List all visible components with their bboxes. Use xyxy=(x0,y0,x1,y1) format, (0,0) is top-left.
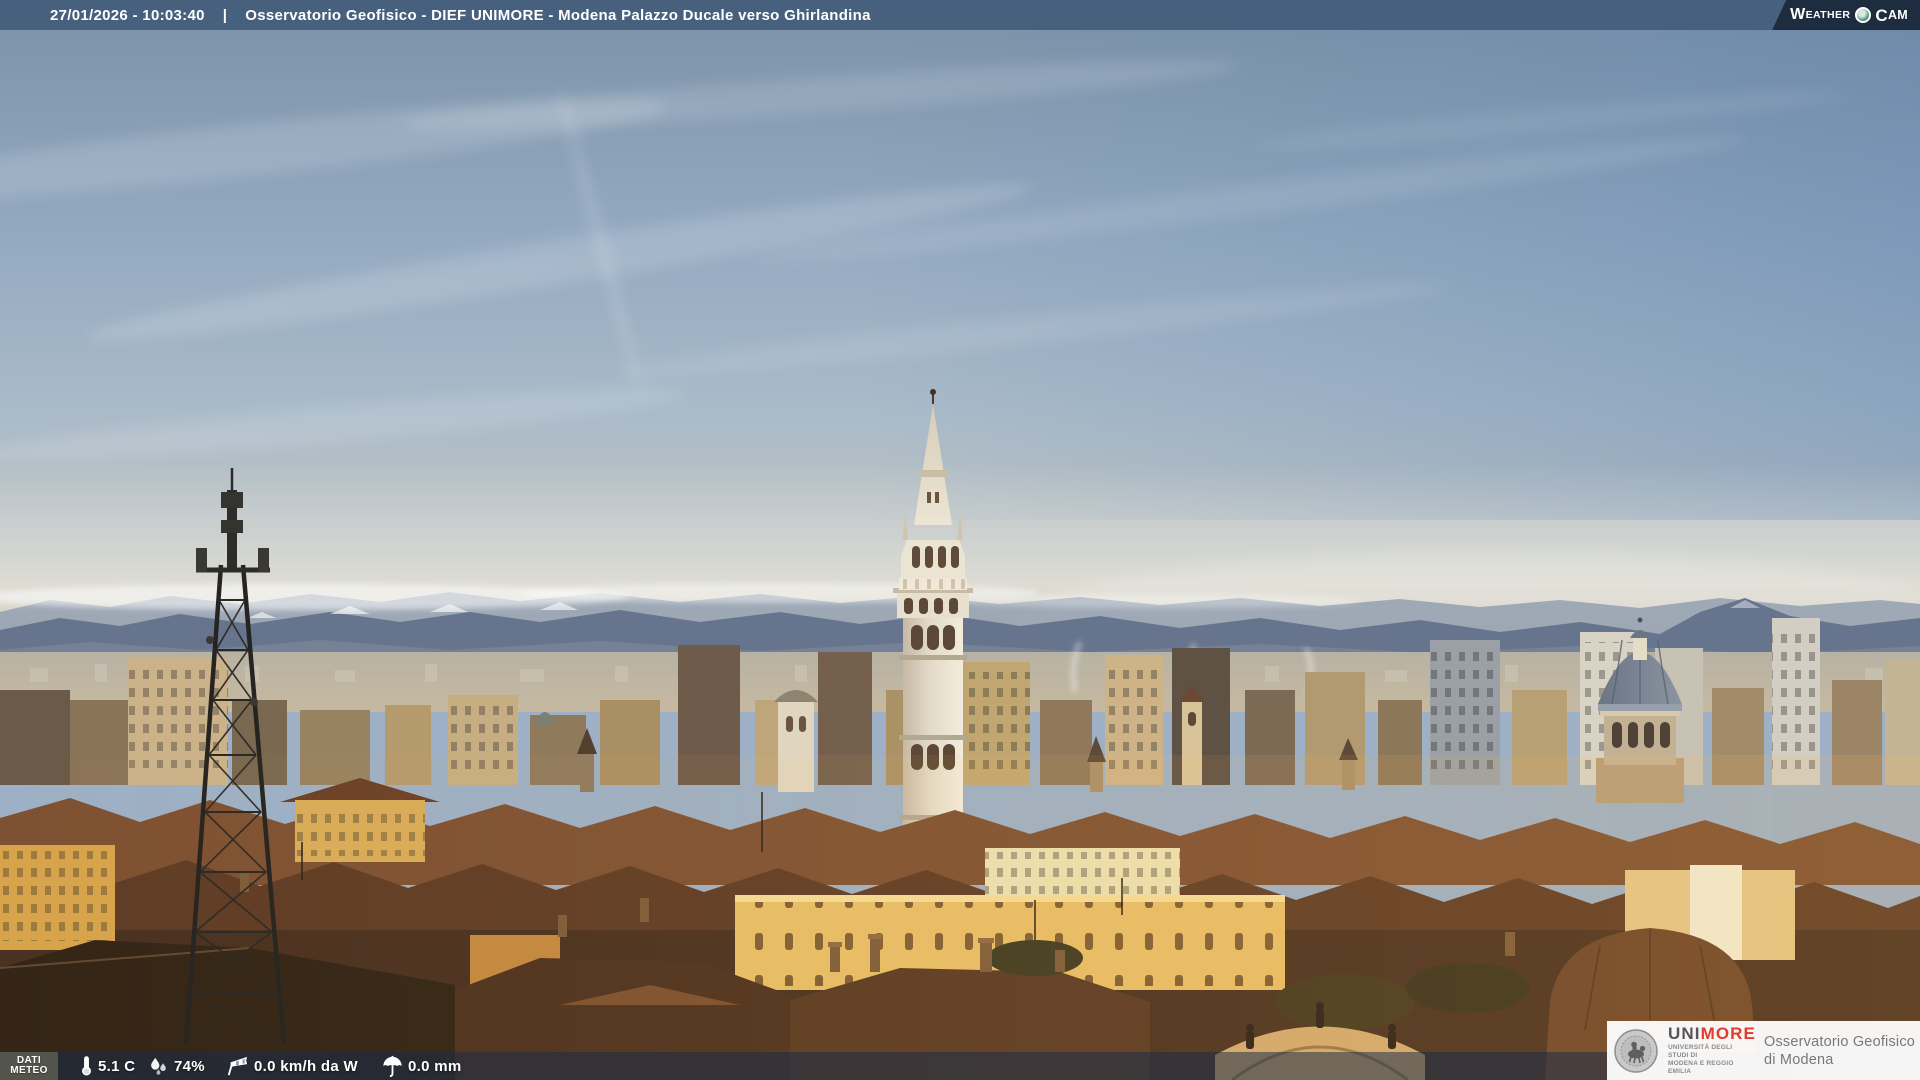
unimore-more: MORE xyxy=(1700,1024,1756,1043)
thermometer-icon xyxy=(82,1056,91,1076)
unimore-subtitle-line2: MODENA E REGGIO EMILIA xyxy=(1668,1060,1734,1075)
humidity-reading: 74% xyxy=(147,1052,205,1080)
weathercam-logo: W EATHER C AM xyxy=(1772,0,1920,30)
weathercam-logo-text: AM xyxy=(1887,7,1908,22)
observatory-name-line2: di Modena xyxy=(1764,1051,1834,1068)
weathercam-logo-text: EATHER xyxy=(1805,8,1851,21)
timestamp: 27/01/2026 - 10:03:40 xyxy=(50,6,205,24)
separator: | xyxy=(222,6,228,24)
weathercam-logo-text: C xyxy=(1875,5,1888,25)
top-bar: 27/01/2026 - 10:03:40 | Osservatorio Geo… xyxy=(0,0,1920,30)
unimore-uni: UNI xyxy=(1668,1024,1701,1043)
camera-title: Osservatorio Geofisico - DIEF UNIMORE - … xyxy=(245,6,871,24)
rain-value: 0.0 mm xyxy=(408,1057,462,1075)
observatory-name-line1: Osservatorio Geofisico xyxy=(1764,1033,1916,1050)
temperature-value: 5.1 C xyxy=(98,1057,136,1075)
umbrella-icon xyxy=(383,1055,402,1077)
weathercam-dot-icon xyxy=(1855,7,1872,23)
dati-meteo-label: DATI METEO xyxy=(0,1052,58,1080)
unimore-brand-box: UNIMORE UNIVERSITÀ DEGLI STUDI DI MODENA… xyxy=(1607,1021,1920,1080)
dati-meteo-line2: METEO xyxy=(10,1065,48,1076)
rain-reading: 0.0 mm xyxy=(382,1052,462,1080)
humidity-value: 74% xyxy=(174,1057,205,1075)
windsock-icon xyxy=(227,1056,248,1076)
droplets-icon xyxy=(151,1057,166,1075)
unimore-wordmark: UNIMORE UNIVERSITÀ DEGLI STUDI DI MODENA… xyxy=(1668,1024,1756,1076)
weathercam-logo-text: W xyxy=(1790,6,1806,23)
temperature-reading: 5.1 C xyxy=(80,1052,135,1080)
wind-reading: 0.0 km/h da W xyxy=(225,1052,358,1080)
webcam-photo xyxy=(0,0,1920,1080)
observatory-name: Osservatorio Geofisico di Modena xyxy=(1764,1033,1915,1069)
webcam-view: 27/01/2026 - 10:03:40 | Osservatorio Geo… xyxy=(0,0,1920,1080)
wind-value: 0.0 km/h da W xyxy=(254,1057,358,1075)
unimore-seal-icon xyxy=(1614,1028,1658,1073)
unimore-subtitle-line1: UNIVERSITÀ DEGLI STUDI DI xyxy=(1668,1044,1733,1059)
